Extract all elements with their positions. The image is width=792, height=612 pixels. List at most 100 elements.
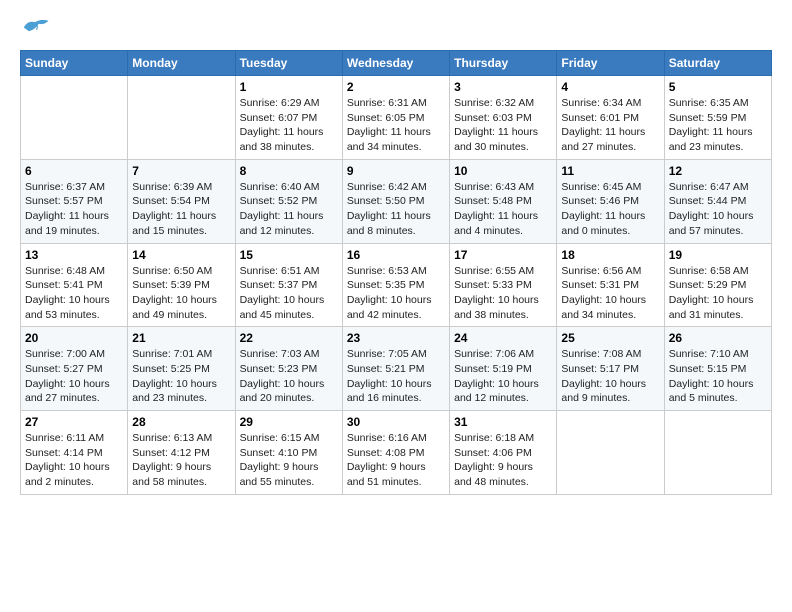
day-number: 28 — [132, 415, 230, 429]
day-content: Sunrise: 6:15 AM Sunset: 4:10 PM Dayligh… — [240, 431, 338, 490]
day-number: 1 — [240, 80, 338, 94]
day-content: Sunrise: 6:11 AM Sunset: 4:14 PM Dayligh… — [25, 431, 123, 490]
calendar-cell: 20 Sunrise: 7:00 AM Sunset: 5:27 PM Dayli… — [21, 327, 128, 411]
day-content: Sunrise: 6:53 AM Sunset: 5:35 PM Dayligh… — [347, 264, 445, 323]
calendar-cell: 13 Sunrise: 6:48 AM Sunset: 5:41 PM Dayli… — [21, 243, 128, 327]
day-number: 2 — [347, 80, 445, 94]
day-number: 19 — [669, 248, 767, 262]
calendar-cell — [128, 76, 235, 160]
day-number: 26 — [669, 331, 767, 345]
day-number: 11 — [561, 164, 659, 178]
day-number: 21 — [132, 331, 230, 345]
day-number: 4 — [561, 80, 659, 94]
calendar-cell: 17Sunrise: 6:55 AM Sunset: 5:33 PM Dayli… — [450, 243, 557, 327]
calendar-cell — [557, 411, 664, 495]
day-number: 23 — [347, 331, 445, 345]
calendar-container: SundayMondayTuesdayWednesdayThursdayFrid… — [0, 0, 792, 505]
weekday-header-sunday: Sunday — [21, 51, 128, 76]
day-number: 8 — [240, 164, 338, 178]
day-content: Sunrise: 7:01 AM Sunset: 5:25 PM Dayligh… — [132, 347, 230, 406]
calendar-cell: 15 Sunrise: 6:51 AM Sunset: 5:37 PM Dayli… — [235, 243, 342, 327]
day-content: Sunrise: 6:37 AM Sunset: 5:57 PM Dayligh… — [25, 180, 123, 239]
day-content: Sunrise: 7:03 AM Sunset: 5:23 PM Dayligh… — [240, 347, 338, 406]
logo — [20, 15, 53, 40]
calendar-cell: 1 Sunrise: 6:29 AM Sunset: 6:07 PM Daylig… — [235, 76, 342, 160]
day-content: Sunrise: 6:43 AM Sunset: 5:48 PM Dayligh… — [454, 180, 552, 239]
day-content: Sunrise: 6:50 AM Sunset: 5:39 PM Dayligh… — [132, 264, 230, 323]
day-content: Sunrise: 7:08 AM Sunset: 5:17 PM Dayligh… — [561, 347, 659, 406]
calendar-cell: 14 Sunrise: 6:50 AM Sunset: 5:39 PM Dayli… — [128, 243, 235, 327]
weekday-header-row: SundayMondayTuesdayWednesdayThursdayFrid… — [21, 51, 772, 76]
calendar-cell: 7Sunrise: 6:39 AM Sunset: 5:54 PM Daylig… — [128, 159, 235, 243]
calendar-cell: 5Sunrise: 6:35 AM Sunset: 5:59 PM Daylig… — [664, 76, 771, 160]
day-number: 16 — [347, 248, 445, 262]
calendar-table: SundayMondayTuesdayWednesdayThursdayFrid… — [20, 50, 772, 495]
day-number: 24 — [454, 331, 552, 345]
calendar-cell: 23 Sunrise: 7:05 AM Sunset: 5:21 PM Dayli… — [342, 327, 449, 411]
weekday-header-wednesday: Wednesday — [342, 51, 449, 76]
weekday-header-saturday: Saturday — [664, 51, 771, 76]
day-content: Sunrise: 6:39 AM Sunset: 5:54 PM Dayligh… — [132, 180, 230, 239]
calendar-cell: 9 Sunrise: 6:42 AM Sunset: 5:50 PM Daylig… — [342, 159, 449, 243]
day-number: 3 — [454, 80, 552, 94]
day-number: 18 — [561, 248, 659, 262]
day-number: 29 — [240, 415, 338, 429]
calendar-cell: 11 Sunrise: 6:45 AM Sunset: 5:46 PM Dayli… — [557, 159, 664, 243]
day-content: Sunrise: 6:34 AM Sunset: 6:01 PM Dayligh… — [561, 96, 659, 155]
calendar-cell: 16 Sunrise: 6:53 AM Sunset: 5:35 PM Dayli… — [342, 243, 449, 327]
day-content: Sunrise: 7:00 AM Sunset: 5:27 PM Dayligh… — [25, 347, 123, 406]
day-content: Sunrise: 6:56 AM Sunset: 5:31 PM Dayligh… — [561, 264, 659, 323]
calendar-body: 1 Sunrise: 6:29 AM Sunset: 6:07 PM Daylig… — [21, 76, 772, 495]
calendar-cell: 18 Sunrise: 6:56 AM Sunset: 5:31 PM Dayli… — [557, 243, 664, 327]
calendar-cell: 22 Sunrise: 7:03 AM Sunset: 5:23 PM Dayli… — [235, 327, 342, 411]
calendar-cell: 2 Sunrise: 6:31 AM Sunset: 6:05 PM Daylig… — [342, 76, 449, 160]
day-number: 14 — [132, 248, 230, 262]
day-content: Sunrise: 7:06 AM Sunset: 5:19 PM Dayligh… — [454, 347, 552, 406]
calendar-cell: 26 Sunrise: 7:10 AM Sunset: 5:15 PM Dayli… — [664, 327, 771, 411]
day-content: Sunrise: 6:29 AM Sunset: 6:07 PM Dayligh… — [240, 96, 338, 155]
day-number: 27 — [25, 415, 123, 429]
calendar-cell: 19 Sunrise: 6:58 AM Sunset: 5:29 PM Dayli… — [664, 243, 771, 327]
day-number: 13 — [25, 248, 123, 262]
calendar-cell: 31Sunrise: 6:18 AM Sunset: 4:06 PM Dayli… — [450, 411, 557, 495]
day-content: Sunrise: 6:58 AM Sunset: 5:29 PM Dayligh… — [669, 264, 767, 323]
calendar-cell: 27 Sunrise: 6:11 AM Sunset: 4:14 PM Dayli… — [21, 411, 128, 495]
day-content: Sunrise: 7:10 AM Sunset: 5:15 PM Dayligh… — [669, 347, 767, 406]
day-content: Sunrise: 6:13 AM Sunset: 4:12 PM Dayligh… — [132, 431, 230, 490]
day-number: 25 — [561, 331, 659, 345]
calendar-week-row: 1 Sunrise: 6:29 AM Sunset: 6:07 PM Daylig… — [21, 76, 772, 160]
weekday-header-tuesday: Tuesday — [235, 51, 342, 76]
day-content: Sunrise: 6:48 AM Sunset: 5:41 PM Dayligh… — [25, 264, 123, 323]
weekday-header-friday: Friday — [557, 51, 664, 76]
day-number: 22 — [240, 331, 338, 345]
calendar-cell: 21 Sunrise: 7:01 AM Sunset: 5:25 PM Dayli… — [128, 327, 235, 411]
day-content: Sunrise: 6:45 AM Sunset: 5:46 PM Dayligh… — [561, 180, 659, 239]
calendar-cell: 8Sunrise: 6:40 AM Sunset: 5:52 PM Daylig… — [235, 159, 342, 243]
calendar-cell: 25 Sunrise: 7:08 AM Sunset: 5:17 PM Dayli… — [557, 327, 664, 411]
day-content: Sunrise: 6:16 AM Sunset: 4:08 PM Dayligh… — [347, 431, 445, 490]
calendar-cell: 24 Sunrise: 7:06 AM Sunset: 5:19 PM Dayli… — [450, 327, 557, 411]
day-number: 15 — [240, 248, 338, 262]
calendar-cell: 10 Sunrise: 6:43 AM Sunset: 5:48 PM Dayli… — [450, 159, 557, 243]
calendar-cell: 3 Sunrise: 6:32 AM Sunset: 6:03 PM Daylig… — [450, 76, 557, 160]
day-content: Sunrise: 6:31 AM Sunset: 6:05 PM Dayligh… — [347, 96, 445, 155]
day-content: Sunrise: 7:05 AM Sunset: 5:21 PM Dayligh… — [347, 347, 445, 406]
day-content: Sunrise: 6:32 AM Sunset: 6:03 PM Dayligh… — [454, 96, 552, 155]
day-number: 12 — [669, 164, 767, 178]
day-number: 17 — [454, 248, 552, 262]
day-number: 6 — [25, 164, 123, 178]
weekday-header-monday: Monday — [128, 51, 235, 76]
day-number: 9 — [347, 164, 445, 178]
day-content: Sunrise: 6:42 AM Sunset: 5:50 PM Dayligh… — [347, 180, 445, 239]
day-number: 20 — [25, 331, 123, 345]
calendar-cell: 4 Sunrise: 6:34 AM Sunset: 6:01 PM Daylig… — [557, 76, 664, 160]
logo-bird-icon — [20, 15, 50, 40]
header — [20, 15, 772, 40]
calendar-cell: 12Sunrise: 6:47 AM Sunset: 5:44 PM Dayli… — [664, 159, 771, 243]
day-number: 30 — [347, 415, 445, 429]
day-number: 31 — [454, 415, 552, 429]
calendar-cell — [664, 411, 771, 495]
calendar-week-row: 13 Sunrise: 6:48 AM Sunset: 5:41 PM Dayli… — [21, 243, 772, 327]
day-content: Sunrise: 6:51 AM Sunset: 5:37 PM Dayligh… — [240, 264, 338, 323]
day-number: 10 — [454, 164, 552, 178]
